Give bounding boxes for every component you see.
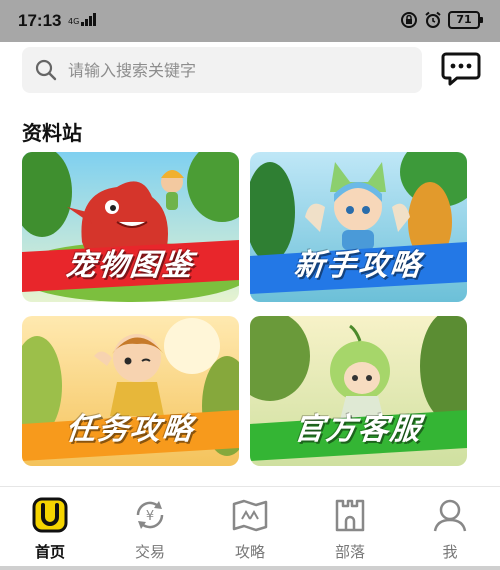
nav-item-guide[interactable]: 攻略 (200, 487, 300, 570)
nav-item-profile[interactable]: 我 (400, 487, 500, 570)
card-label: 任务攻略 (64, 412, 196, 447)
nav-item-trade[interactable]: ¥ 交易 (100, 487, 200, 570)
section-title: 资料站 (22, 121, 82, 145)
nav-item-home[interactable]: 首页 (0, 487, 100, 570)
card-quest-guide[interactable]: 任务攻略 (22, 316, 239, 466)
status-bar: 17:13 4G 71 (0, 0, 500, 42)
nav-label: 交易 (134, 543, 165, 561)
bottom-nav: 首页 ¥ 交易 攻略 部落 我 (0, 486, 500, 570)
battery-indicator: 71 (448, 11, 483, 29)
lock-rotation-icon (401, 12, 417, 28)
card-beginner-guide[interactable]: 新手攻略 (250, 152, 467, 302)
status-time: 17:13 (18, 11, 62, 30)
search-icon (35, 59, 57, 81)
signal-icon: 4G (68, 13, 97, 26)
card-pet-handbook[interactable]: 宠物图鉴 (22, 152, 239, 302)
svg-text:¥: ¥ (146, 509, 154, 524)
alarm-icon (425, 11, 441, 28)
nav-label: 部落 (334, 543, 365, 561)
profile-icon (433, 499, 467, 532)
nav-item-tribe[interactable]: 部落 (300, 487, 400, 570)
home-icon (32, 497, 68, 533)
card-official-support[interactable]: 官方客服 (250, 316, 467, 466)
card-label: 新手攻略 (292, 248, 424, 283)
tribe-icon (335, 499, 365, 532)
card-label: 宠物图鉴 (64, 248, 196, 283)
search-box[interactable] (22, 47, 422, 93)
message-icon[interactable] (441, 51, 481, 87)
nav-label: 我 (442, 543, 458, 561)
trade-icon: ¥ (136, 501, 164, 529)
network-type: 4G (68, 17, 80, 26)
nav-label: 攻略 (234, 543, 265, 561)
guide-icon (232, 499, 268, 532)
nav-label: 首页 (34, 543, 65, 561)
search-input[interactable] (68, 60, 398, 80)
card-label: 官方客服 (292, 412, 424, 447)
home-indicator (0, 566, 500, 570)
